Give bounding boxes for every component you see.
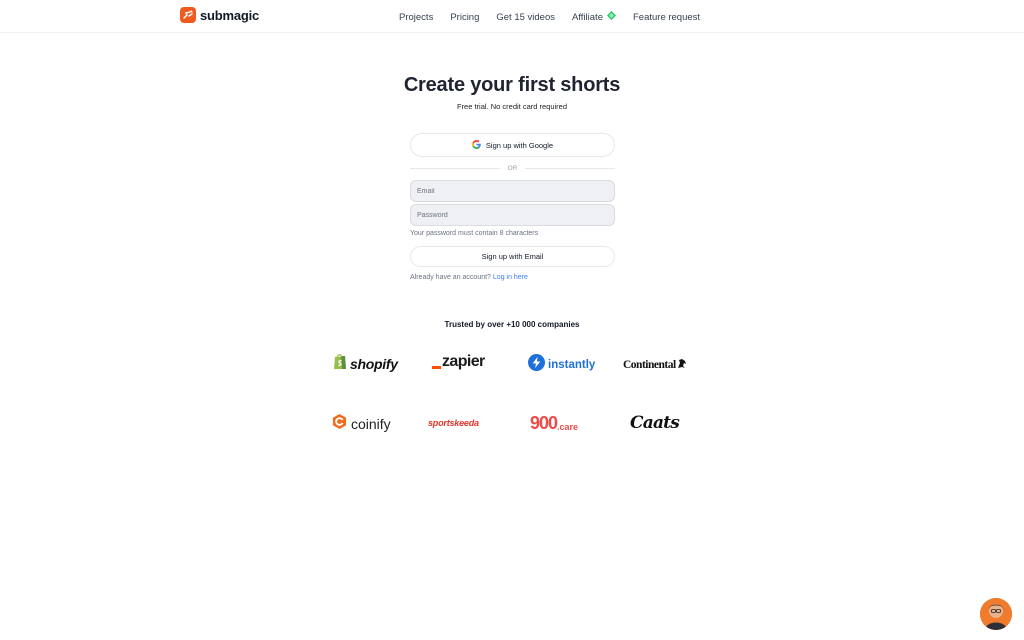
nav-label: Feature request	[632, 11, 701, 23]
shopify-bag-icon	[333, 353, 347, 375]
nav-label: Projects	[399, 11, 434, 23]
nav-get-videos[interactable]: Get 15 videos	[496, 12, 555, 23]
nav-projects[interactable]: Projects	[399, 12, 433, 23]
login-prompt-text: Already have an account?	[410, 274, 491, 281]
page-subtitle: Free trial. No credit card required	[456, 102, 568, 111]
divider-line	[525, 167, 615, 169]
900care-number: 900	[530, 413, 558, 433]
email-field[interactable]	[410, 180, 615, 202]
caats-wordmark: Caats	[630, 413, 680, 433]
divider-text: OR	[507, 164, 518, 172]
horse-icon	[677, 356, 687, 374]
continental-wordmark: Continental	[623, 359, 676, 371]
google-icon	[471, 139, 481, 151]
password-hint: Your password must contain 8 characters	[410, 230, 539, 237]
lightning-icon	[528, 354, 545, 376]
nav-feature-request[interactable]: Feature request	[633, 12, 700, 23]
password-field[interactable]	[410, 204, 615, 226]
900care-suffix: .care	[557, 421, 579, 432]
sportskeeda-logo: sportskeeda	[428, 418, 479, 428]
sportskeeda-wordmark: sportskeeda	[428, 418, 479, 428]
main-nav: Projects Pricing Get 15 videos Affiliate…	[399, 11, 700, 23]
or-divider: OR	[410, 163, 615, 173]
avatar-person-icon	[980, 598, 1012, 630]
shopify-logo: shopify	[333, 353, 398, 375]
zapier-wordmark: zapier	[442, 353, 485, 370]
zapier-dash-mark	[432, 365, 441, 369]
top-navbar: submagic Projects Pricing Get 15 videos …	[0, 0, 1024, 33]
coinify-icon	[332, 414, 347, 434]
shopify-wordmark: shopify	[350, 356, 398, 372]
email-signup-button[interactable]: Sign up with Email	[410, 246, 615, 267]
trusted-heading: Trusted by over +10 000 companies	[444, 320, 580, 329]
caats-logo: Caats	[630, 413, 680, 433]
nav-label: Get 15 videos	[496, 11, 555, 23]
nav-label: Pricing	[450, 11, 480, 23]
brand-logo[interactable]: submagic	[180, 7, 259, 23]
login-link[interactable]: Log in here	[493, 274, 528, 281]
nav-label: Affiliate	[572, 11, 603, 23]
instantly-wordmark: instantly	[548, 359, 596, 371]
zapier-logo: zapier	[432, 353, 485, 371]
nav-pricing[interactable]: Pricing	[450, 12, 479, 23]
diamond-icon	[606, 11, 616, 23]
brand-name: submagic	[200, 7, 260, 23]
900care-logo: 900 .care	[530, 413, 578, 434]
nav-affiliate[interactable]: Affiliate	[572, 11, 616, 23]
divider-line	[410, 167, 500, 169]
continental-logo: Continental	[623, 356, 687, 374]
submagic-logo-icon	[180, 7, 196, 23]
google-signup-button[interactable]: Sign up with Google	[410, 133, 615, 157]
page-title: Create your first shorts	[403, 74, 621, 96]
instantly-logo: instantly	[528, 354, 595, 376]
login-prompt: Already have an account? Log in here	[410, 274, 528, 281]
google-signup-label: Sign up with Google	[485, 140, 554, 150]
support-chat-avatar[interactable]	[980, 598, 1012, 630]
coinify-wordmark: coinify	[351, 416, 391, 432]
coinify-logo: coinify	[332, 414, 391, 434]
